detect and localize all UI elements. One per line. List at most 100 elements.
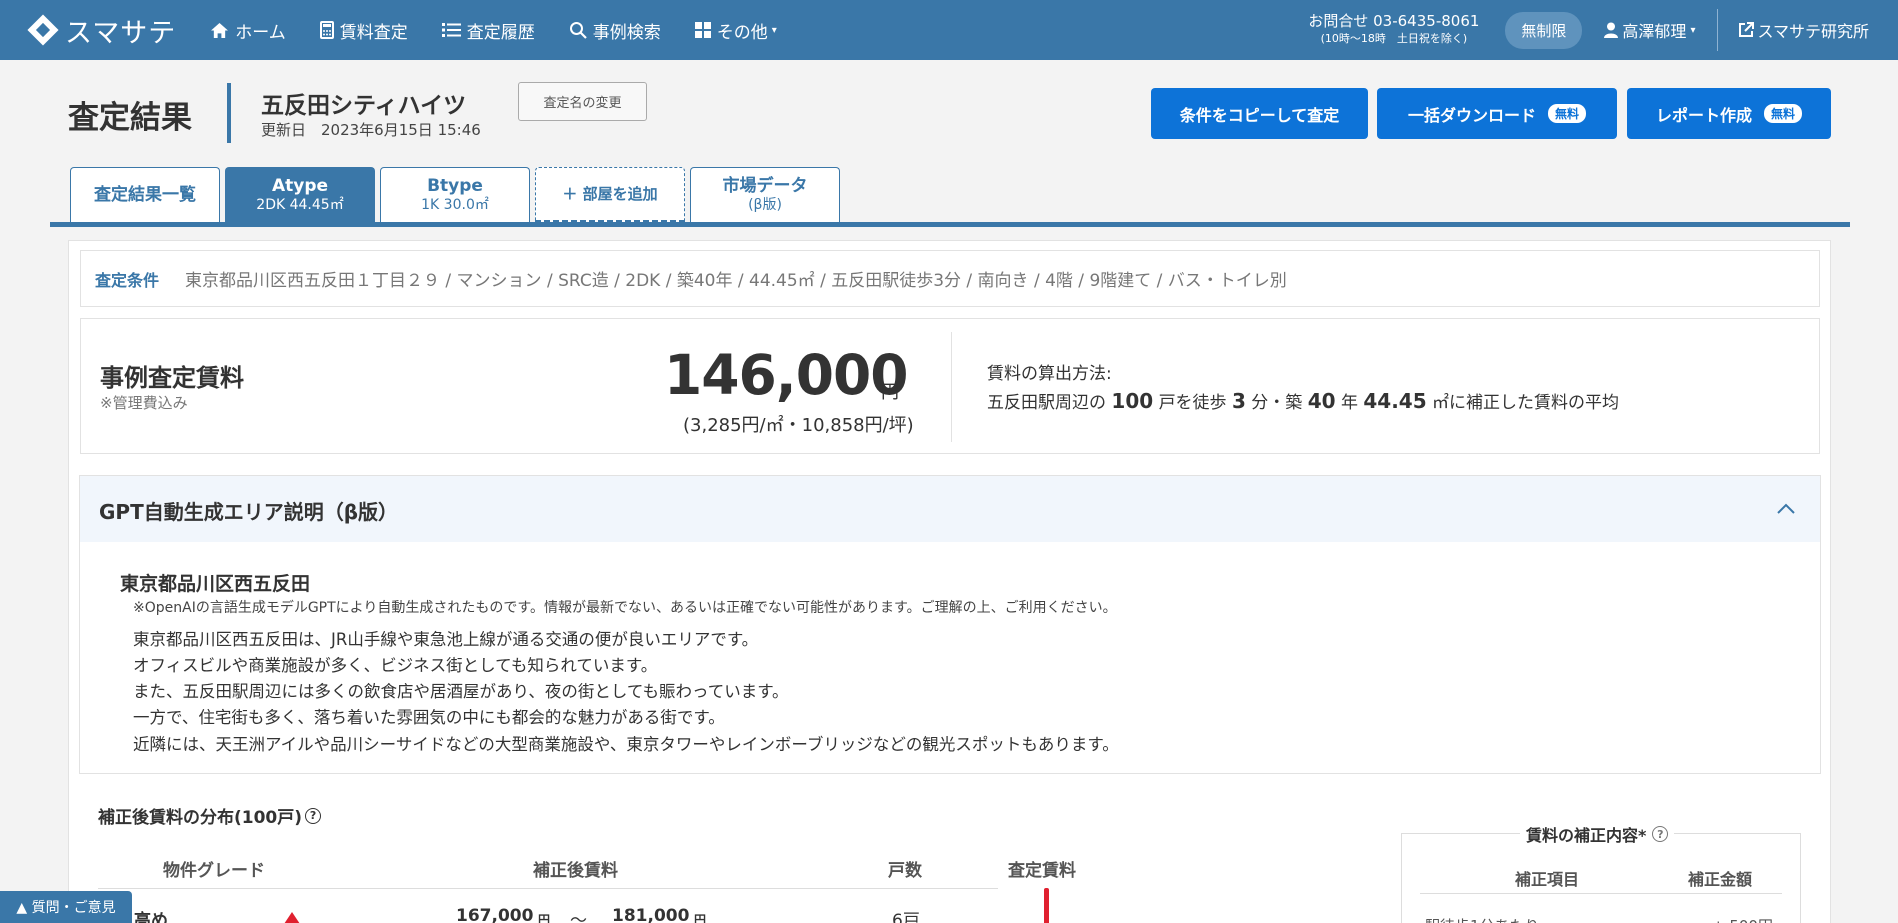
unit-price: (3,285円/㎡・10,858円/坪) <box>683 415 914 436</box>
method-text: 戸を徒歩 <box>1158 393 1227 413</box>
grid-icon <box>694 22 711 38</box>
lab-link[interactable]: スマサテ研究所 <box>1738 18 1869 42</box>
nav-history-label: 査定履歴 <box>466 22 535 43</box>
nav-rent-appraisal-label: 賃料査定 <box>339 22 408 43</box>
adjustment-title: 賃料の補正内容* ? <box>1520 822 1675 846</box>
bulk-download-button[interactable]: 一括ダウンロード 無料 <box>1377 88 1617 139</box>
page-title: 査定結果 <box>68 100 192 136</box>
rename-button[interactable]: 査定名の変更 <box>518 82 647 121</box>
tab-sublabel: 1K 30.0㎡ <box>421 196 489 213</box>
help-icon[interactable]: ? <box>1652 826 1669 842</box>
contact-hours: (10時〜18時 土日祝を除く) <box>1320 32 1468 45</box>
distribution-title: 補正後賃料の分布(100戸) ? <box>98 803 322 828</box>
row-rent-high: 181,000 <box>612 906 690 923</box>
method-text: 年 <box>1340 393 1358 413</box>
yen-unit: 円 <box>538 913 551 923</box>
tab-results-list[interactable]: 査定結果一覧 <box>70 167 220 223</box>
yen-unit: 円 <box>694 913 707 923</box>
caret-down-icon: ▾ <box>1690 24 1696 36</box>
adjustment-title-text: 賃料の補正内容* <box>1526 826 1647 845</box>
property-name: 五反田シティハイツ <box>261 93 467 119</box>
row-rent-low: 167,000 <box>456 906 534 923</box>
method-text: ㎡に補正した賃料の平均 <box>1432 393 1620 413</box>
help-icon[interactable]: ? <box>305 807 322 824</box>
distribution-title-text: 補正後賃料の分布(100戸) <box>98 808 303 828</box>
copy-conditions-button[interactable]: 条件をコピーして査定 <box>1151 88 1368 139</box>
col-adjust-item: 補正項目 <box>1515 870 1580 889</box>
adjustment-header-divider <box>1420 893 1782 894</box>
row-grade: 高め <box>134 911 168 923</box>
estimate-divider <box>951 332 952 442</box>
yen-unit: 円 <box>881 382 899 403</box>
range-tilde: 〜 <box>570 911 587 923</box>
gpt-description-line: また、五反田駅周辺には多くの飲食店や居酒屋があり、夜の街としても賑わっています。 <box>133 682 789 701</box>
user-icon <box>1604 22 1619 38</box>
search-icon <box>569 22 587 39</box>
table-header-divider <box>98 888 998 889</box>
method-description: 五反田駅周辺の 100 戸を徒歩 3 分・築 40 年 44.45 ㎡に補正した… <box>987 388 1619 413</box>
tab-add-room[interactable]: ＋ 部屋を追加 <box>535 167 685 223</box>
estimated-rent: 146,000 <box>664 343 909 407</box>
gpt-description-line: オフィスビルや商業施設が多く、ビジネス街としても知られています。 <box>133 656 658 675</box>
estimate-box <box>80 318 1820 454</box>
col-count: 戸数 <box>888 861 922 881</box>
method-value: 3 <box>1231 389 1246 413</box>
up-triangle-icon <box>284 912 300 923</box>
tab-sublabel: (β版) <box>748 196 782 213</box>
free-badge: 無料 <box>1548 104 1587 123</box>
estimate-note: ※管理費込み <box>100 394 188 412</box>
caret-down-icon: ▾ <box>771 24 777 36</box>
tab-label: ＋ 部屋を追加 <box>562 184 658 203</box>
tab-label: Btype <box>427 175 483 196</box>
bulk-download-label: 一括ダウンロード <box>1407 105 1536 125</box>
user-name: 高澤郁理 <box>1622 22 1687 41</box>
contact-phone: お問合せ 03-6435-8061 <box>1308 12 1480 30</box>
nav-case-search-label: 事例検索 <box>592 22 661 43</box>
nav-case-search[interactable]: 事例検索 <box>569 18 661 43</box>
nav-home[interactable]: ホーム <box>210 18 286 43</box>
method-label: 賃料の算出方法: <box>987 364 1112 384</box>
nav-rent-appraisal[interactable]: 賃料査定 <box>319 18 408 43</box>
tab-btype[interactable]: Btype 1K 30.0㎡ <box>380 167 530 223</box>
brand-logo[interactable]: スマサテ <box>27 11 176 50</box>
updated-date: 更新日 2023年6月15日 15:46 <box>261 121 481 139</box>
nav-others-label: その他 <box>716 22 768 43</box>
nav-history[interactable]: 査定履歴 <box>441 18 535 43</box>
tab-market-data[interactable]: 市場データ (β版) <box>690 167 840 223</box>
row-count: 6戸 <box>892 911 920 923</box>
tab-label: Atype <box>271 175 329 196</box>
appraisal-conditions: 査定条件 東京都品川区西五反田１丁目２９ / マンション / SRC造 / 2D… <box>80 250 1820 307</box>
user-menu[interactable]: 高澤郁理 ▾ <box>1604 18 1695 42</box>
brand-name: スマサテ <box>65 17 177 49</box>
top-navbar: スマサテ ホーム 賃料査定 査定履歴 事例検索 その他 ▾ お問合せ 03-64… <box>0 0 1898 60</box>
adjust-amount: + 500円 <box>1712 915 1773 923</box>
contact-info: お問合せ 03-6435-8061 (10時〜18時 土日祝を除く) <box>1308 13 1479 47</box>
copy-conditions-label: 条件をコピーして査定 <box>1179 105 1340 125</box>
gpt-section-title: GPT自動生成エリア説明（β版） <box>99 500 399 524</box>
feedback-button[interactable]: ▲ 質問・ご意見 <box>0 891 132 923</box>
logo-icon <box>27 14 59 46</box>
estimate-marker <box>1044 888 1049 923</box>
tab-label: 市場データ <box>722 175 808 196</box>
estimate-label: 事例査定賃料 <box>100 364 244 392</box>
chevron-up-icon[interactable] <box>1777 503 1795 515</box>
gpt-area-name: 東京都品川区西五反田 <box>120 573 311 595</box>
tab-atype[interactable]: Atype 2DK 44.45㎡ <box>225 167 375 223</box>
tab-underline <box>50 222 1850 227</box>
col-adjusted-rent: 補正後賃料 <box>533 861 618 881</box>
conditions-text: 東京都品川区西五反田１丁目２９ / マンション / SRC造 / 2DK / 築… <box>185 271 1287 291</box>
method-value: 44.45 <box>1363 389 1427 413</box>
method-value: 40 <box>1307 389 1336 413</box>
nav-others[interactable]: その他 ▾ <box>694 18 777 43</box>
method-text: 五反田駅周辺の <box>987 393 1106 413</box>
gpt-description-line: 近隣には、天王洲アイルや品川シーサイドなどの大型商業施設や、東京タワーやレインボ… <box>133 735 1119 754</box>
create-report-button[interactable]: レポート作成 無料 <box>1627 88 1831 139</box>
col-grade: 物件グレード <box>163 861 265 881</box>
lab-link-label: スマサテ研究所 <box>1757 22 1869 41</box>
plan-badge: 無制限 <box>1505 11 1583 49</box>
adjust-item: 駅徒歩1分あたり <box>1425 915 1540 923</box>
col-adjust-amount: 補正金額 <box>1688 870 1753 889</box>
nav-home-label: ホーム <box>235 22 286 43</box>
list-icon <box>441 23 461 37</box>
col-estimated-rent: 査定賃料 <box>1008 861 1076 881</box>
